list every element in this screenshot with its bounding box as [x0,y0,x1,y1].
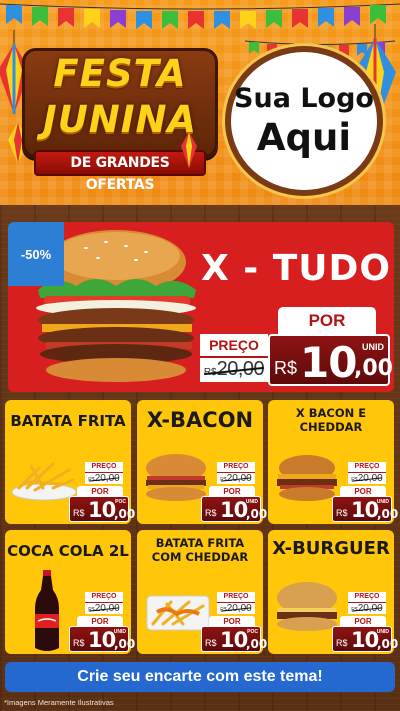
price-integer: 10 [300,338,357,387]
price-integer: 10 [220,498,248,522]
card-new-price: R$ 10 ,00 UNID [332,496,398,522]
card-old-price: R$20,00 [348,472,386,484]
create-flyer-button[interactable]: Crie seu encarte com este tema! [5,662,395,692]
hero-old-price: R$20,00 [200,356,268,382]
x-burguer-image [277,582,337,631]
price-integer: 10 [88,628,116,652]
card-new-price: R$ 10 ,00 POC [201,626,267,652]
price-cents: ,00 [354,356,393,381]
card-old-price: R$20,00 [348,602,386,614]
card-title: BATATA FRITA [10,412,126,430]
hero-product-title: X - TUDO [200,248,392,289]
card-preco-label: PREÇO [85,592,123,602]
price-integer: 10 [88,498,116,522]
price-currency: R$ [336,508,348,518]
price-currency: R$ [205,508,217,518]
price-unit: UNID [376,629,389,635]
price-unit: UNID [362,342,384,352]
price-integer: 10 [351,628,379,652]
price-integer: 10 [351,498,379,522]
price-unit: UNID [113,629,126,635]
card-old-price: R$20,00 [217,472,255,484]
card-preco-label: PREÇO [85,462,123,472]
card-old-price: R$20,00 [85,602,123,614]
card-new-price: R$ 10 ,00 UNID [332,626,398,652]
lantern-icon [181,132,197,168]
x-bacon-burger-image [146,454,206,501]
card-title: X-BACON [146,408,254,432]
price-unit: UNID [376,499,389,505]
card-old-price: R$20,00 [85,472,123,484]
card-old-price: R$20,00 [217,602,255,614]
price-currency: R$ [274,358,298,378]
card-preco-label: PREÇO [348,462,386,472]
bunting-flags [0,3,400,29]
price-currency: R$ [73,508,85,518]
price-currency: R$ [336,638,348,648]
card-preco-label: PREÇO [217,462,255,472]
price-cents: ,00 [246,507,268,521]
price-cents: ,00 [377,507,399,521]
logo-line-2: Aqui [256,116,352,159]
price-cents: ,00 [114,507,136,521]
price-unit: POC [115,499,126,505]
card-preco-label: PREÇO [348,592,386,602]
card-title: X BACON E CHEDDAR [295,406,367,434]
discount-badge: -50% [8,222,64,286]
fries-image [11,462,77,501]
header-banner: FESTA JUNINA DE GRANDES OFERTAS Sua Logo… [0,0,400,205]
price-cents: ,00 [246,637,268,651]
price-cents: ,00 [377,637,399,651]
card-preco-label: PREÇO [217,592,255,602]
price-unit: POC [247,629,258,635]
card-new-price: R$ 10 ,00 UNID [69,626,135,652]
card-title: X-BURGUER [272,538,390,559]
hero-preco-label: PREÇO [200,334,268,356]
card-new-price: R$ 10 ,00 POC [69,496,135,522]
logo-placeholder[interactable]: Sua Logo Aqui [225,46,383,196]
images-disclaimer: *Imagens Meramente Ilustrativas [4,698,114,707]
price-unit: UNID [245,499,258,505]
hero-new-price: R$ 10 ,00 UNID [268,334,393,387]
logo-line-1: Sua Logo [234,83,374,114]
card-new-price: R$ 10 ,00 UNID [201,496,267,522]
x-bacon-cheddar-image [277,455,337,501]
coca-cola-bottle-image [35,570,59,651]
hero-por-label: POR [278,307,376,335]
price-integer: 10 [220,628,248,652]
festa-title: FESTA [53,52,187,95]
price-currency: R$ [205,638,217,648]
card-title: BATATA FRITA COM CHEDDAR [151,536,249,564]
card-title: COCA COLA 2L [7,542,129,560]
price-cents: ,00 [114,637,136,651]
price-currency: R$ [73,638,85,648]
